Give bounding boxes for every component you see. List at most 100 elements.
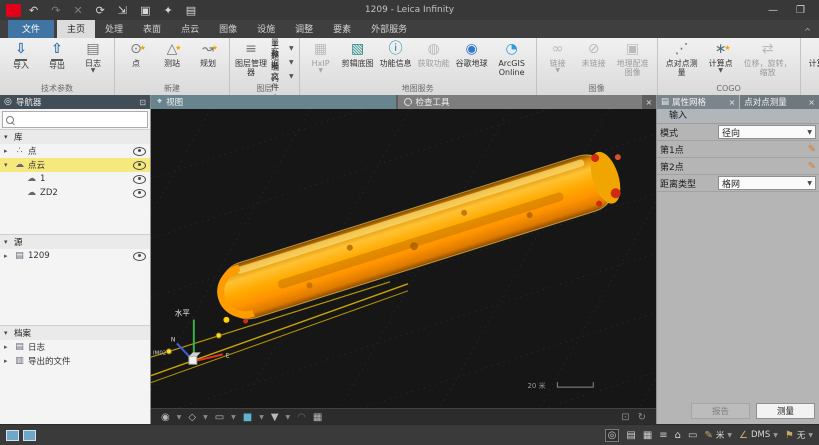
compute-point-icon: ∗ <box>715 40 727 59</box>
point-to-point-button[interactable]: ⋰ 点对点测量 <box>661 39 703 79</box>
tree-item-exported-files[interactable]: ▸▥ 导出的文件 <box>0 354 150 368</box>
tab-adjustments[interactable]: 调整 <box>285 20 323 38</box>
compute-project-coords-button[interactable]: ⌖ 计算项目坐标 <box>804 39 819 79</box>
point2-row: 第2点 ✎ <box>657 158 819 175</box>
point-cloud-icon: ☁ <box>26 174 37 184</box>
distance-unit-dropdown[interactable]: ✎ 米▼ <box>704 429 732 441</box>
tree-section-source[interactable]: ▾源 <box>0 234 150 249</box>
flag-dropdown[interactable]: ⚑ 无▼ <box>785 429 813 441</box>
measure-button[interactable]: 测量 <box>756 403 815 419</box>
new-plan-button[interactable]: ↝ 规划 <box>190 39 226 70</box>
tab-external-services[interactable]: 外部服务 <box>361 20 417 38</box>
report-icon[interactable]: ▤ <box>186 5 196 16</box>
tree-item-journal[interactable]: ▸▤ 日志 <box>0 340 150 354</box>
building-icon[interactable]: ⌂ <box>675 430 681 441</box>
new-point-button[interactable]: ⊙ 点 <box>118 39 154 70</box>
redo-icon[interactable]: ↷ <box>51 5 60 16</box>
tree-item-cloud-1[interactable]: ☁ 1 <box>0 172 150 186</box>
navigator-icon[interactable]: ◎ <box>605 429 620 442</box>
tab-processing[interactable]: 处理 <box>95 20 133 38</box>
tree-section-archive[interactable]: ▾档案 <box>0 325 150 340</box>
window-thumb-icon[interactable] <box>6 430 19 441</box>
axis-n-label: N <box>171 336 175 343</box>
tab-inspect-tools[interactable]: 检查工具 <box>398 95 643 109</box>
pencil-icon[interactable]: ✎ <box>808 161 816 172</box>
clip-icon[interactable]: ◇ <box>188 412 196 423</box>
mode-dropdown[interactable]: 径向▼ <box>718 125 816 139</box>
window-controls: — ❐ <box>768 5 819 16</box>
arcgis-online-button[interactable]: ◔ ArcGIS Online <box>491 39 533 79</box>
search-input[interactable] <box>17 114 144 125</box>
grid-view-icon[interactable]: ▦ <box>643 430 652 441</box>
google-earth-button[interactable]: ◉ 谷歌地球 <box>453 39 491 70</box>
layers-icon[interactable]: ≡ <box>659 430 667 441</box>
folder-icon[interactable]: ▭ <box>688 430 697 441</box>
tree-item-point-clouds[interactable]: ▾☁ 点云 <box>0 158 150 172</box>
eye-icon[interactable] <box>133 189 146 198</box>
3d-canvas[interactable]: N E 水平 IM02 20 米 <box>151 109 656 408</box>
titlebar: ↶ ↷ ✕ ⟳ ⇲ ▣ ✦ ▤ 1209 - Leica Infinity — … <box>0 0 819 20</box>
restore-button[interactable]: ❐ <box>796 5 805 16</box>
tree-section-library[interactable]: ▾库 <box>0 129 150 144</box>
window-thumb-icon[interactable] <box>23 430 36 441</box>
tab-imaging[interactable]: 图像 <box>209 20 247 38</box>
angle-unit-dropdown[interactable]: ∠ DMS▼ <box>739 430 778 441</box>
dome-icon[interactable]: ◠ <box>297 412 306 423</box>
archive-icon[interactable]: ▣ <box>140 5 150 16</box>
tree-item-points[interactable]: ▸∴ 点 <box>0 144 150 158</box>
tab-surfaces[interactable]: 表面 <box>133 20 171 38</box>
get-features-button: ◍ 获取功能 <box>415 39 453 70</box>
import-button[interactable]: ⇩ 导入 <box>3 39 39 72</box>
tab-point-clouds[interactable]: 点云 <box>171 20 209 38</box>
export-button[interactable]: ⇧ 导出 <box>39 39 75 72</box>
inspect-icon[interactable]: ▤ <box>626 430 635 441</box>
group-label: 技术参数 <box>3 83 111 95</box>
minimize-button[interactable]: — <box>768 5 778 16</box>
feature-info-button[interactable]: ⓘ 功能信息 <box>377 39 415 70</box>
pencil-icon[interactable]: ✎ <box>808 144 816 155</box>
orbit-icon[interactable]: ↻ <box>638 412 646 423</box>
tunnel-point-cloud[interactable] <box>208 144 635 330</box>
eye-icon[interactable] <box>133 175 146 184</box>
station-point[interactable] <box>166 349 171 354</box>
eye-icon[interactable] <box>133 252 146 261</box>
distance-type-dropdown[interactable]: 格网▼ <box>718 176 816 190</box>
window-title: 1209 - Leica Infinity <box>365 5 454 15</box>
camera-views-icon[interactable]: ▭ <box>215 412 224 423</box>
journal-button[interactable]: ▤ 日志 ▼ <box>75 39 111 74</box>
delete-icon[interactable]: ✕ <box>73 5 82 16</box>
reference-folder-dropdown[interactable]: 参考文件夹▼ <box>269 69 296 83</box>
send-to-device-icon[interactable]: ⇲ <box>118 5 127 16</box>
fit-view-icon[interactable]: ⊡ <box>621 412 629 423</box>
sync-icon[interactable]: ⟳ <box>96 5 105 16</box>
render-mode-icon[interactable]: ■ <box>243 412 252 423</box>
tab-view[interactable]: ⌖ 视图 <box>151 95 396 109</box>
ribbon-collapse-icon[interactable]: ^ <box>804 27 811 36</box>
tab-file[interactable]: 文件 <box>8 20 54 38</box>
filter-icon[interactable]: ▼ <box>271 412 279 423</box>
view-mode-icon[interactable]: ◉ <box>161 412 170 423</box>
tools-icon[interactable]: ✦ <box>164 5 173 16</box>
compute-point-button[interactable]: ∗ 计算点 ▼ <box>703 39 739 74</box>
station-point[interactable] <box>216 333 221 338</box>
property-grid-header[interactable]: ▤ 属性网格 × <box>657 95 739 109</box>
grid-icon[interactable]: ▦ <box>313 412 322 423</box>
tree-item-1209[interactable]: ▸▤ 1209 <box>0 249 150 263</box>
eye-icon[interactable] <box>133 161 146 170</box>
tab-infrastructure[interactable]: 设施 <box>247 20 285 38</box>
layer-manager-button[interactable]: ≡ 图层管理器 <box>233 39 269 79</box>
new-setup-button[interactable]: △ 测站 <box>154 39 190 70</box>
eye-icon[interactable] <box>133 147 146 156</box>
point-to-point-header[interactable]: 点对点测量 × <box>740 95 819 109</box>
ribbon-group-new: ⊙ 点 △ 测站 ↝ 规划 新建 <box>115 38 230 95</box>
tree-item-cloud-zd2[interactable]: ☁ ZD2 <box>0 186 150 200</box>
undo-icon[interactable]: ↶ <box>29 5 38 16</box>
close-icon[interactable]: × <box>729 98 736 107</box>
dock-icon[interactable]: ⊡ <box>139 98 146 107</box>
close-icon[interactable]: × <box>808 98 815 107</box>
close-icon[interactable]: × <box>642 95 656 109</box>
tab-home[interactable]: 主页 <box>57 20 95 38</box>
layers-icon: ≡ <box>245 40 257 59</box>
tab-features[interactable]: 要素 <box>323 20 361 38</box>
clip-basemap-button[interactable]: ▧ 剪辑底图 <box>339 39 377 70</box>
